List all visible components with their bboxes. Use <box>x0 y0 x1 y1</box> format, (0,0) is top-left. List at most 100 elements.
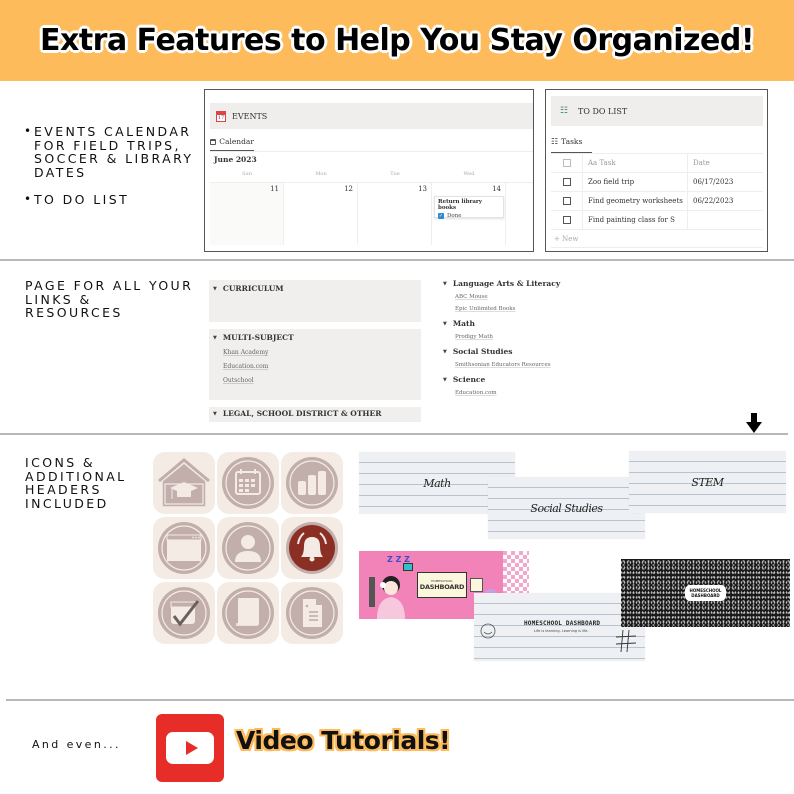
icon-tile[interactable] <box>217 517 279 579</box>
toggle-triangle-icon[interactable]: ▼ <box>443 377 447 383</box>
tab-tasks[interactable]: ☷ Tasks <box>551 131 592 153</box>
subject-list: ▼ Language Arts & Literacy ABC Mouse Epic… <box>443 279 743 403</box>
dashboard-window: HOMESCHOOL DASHBOARD <box>417 572 467 598</box>
header-thumbnail-social-studies[interactable]: Social Studies <box>488 477 645 539</box>
resource-link[interactable]: Outschool <box>223 377 421 384</box>
icon-grid <box>153 452 343 644</box>
checklist-icon: ☷ <box>551 137 559 146</box>
resource-link[interactable]: Epic Unlimited Books <box>455 306 743 312</box>
toggle-title: CURRICULUM <box>222 284 284 293</box>
resource-link[interactable]: Smithsonian Educators Resources <box>455 362 743 368</box>
youtube-logo-icon[interactable] <box>156 714 224 782</box>
task-checkbox[interactable] <box>562 197 571 205</box>
task-name[interactable]: Zoo field trip <box>582 173 688 191</box>
icon-tile[interactable] <box>153 582 215 644</box>
section-divider <box>0 433 788 435</box>
events-calendar-card: 17 EVENTS Calendar June 2023 Sun Mon Tue… <box>204 89 534 252</box>
feature-label-links: Page for all your links & resources <box>25 278 194 320</box>
icon-tile[interactable] <box>281 517 343 579</box>
section-divider <box>0 259 794 261</box>
resource-link[interactable]: Education.com <box>455 390 743 396</box>
toggle-triangle-icon[interactable]: ▼ <box>213 411 217 417</box>
resource-link[interactable]: Khan Academy <box>223 349 421 356</box>
toggle-triangle-icon[interactable]: ▼ <box>443 281 447 287</box>
day-cell[interactable]: 11 <box>210 183 284 245</box>
youtube-play-box <box>166 732 214 764</box>
feature-bullet-events: Events calendar for field trips, soccer … <box>24 125 199 179</box>
table-row: Find painting class for S <box>551 210 763 229</box>
header-thumbnail-composition-dashboard[interactable]: HOMESCHOOL DASHBOARD <box>621 559 790 627</box>
icon-tile[interactable] <box>217 452 279 514</box>
notebook-icon <box>222 587 274 639</box>
day-cell[interactable]: 14 Return library books ✓ Done <box>432 183 506 245</box>
weekday-label: Tue <box>390 171 400 177</box>
icon-tile[interactable] <box>153 452 215 514</box>
task-checkbox[interactable] <box>562 178 571 186</box>
todo-table: Aa Task Date Zoo field trip 06/17/2023 F… <box>551 153 763 248</box>
weekday-label: Sun <box>242 171 252 177</box>
column-header-task[interactable]: Aa Task <box>582 154 688 172</box>
toggle-triangle-icon[interactable]: ▼ <box>213 335 217 341</box>
tab-calendar-label: Calendar <box>219 137 254 146</box>
girl-illustration-icon <box>369 576 405 619</box>
weekday-label: Mon <box>315 171 327 177</box>
subject-group: ▼ Language Arts & Literacy ABC Mouse Epic… <box>443 279 743 312</box>
document-icon <box>286 587 338 639</box>
notebook-header-title: HOMESCHOOL DASHBOARD <box>524 620 601 627</box>
toggle-multi-subject[interactable]: ▼ MULTI-SUBJECT Khan Academy Education.co… <box>209 329 421 400</box>
todo-list-card: ☷ TO DO LIST ☷ Tasks Aa Task Date Zoo fi… <box>545 89 768 252</box>
task-date[interactable] <box>688 211 763 229</box>
checkbox-checked-icon[interactable]: ✓ <box>438 213 444 219</box>
tab-divider <box>210 151 533 152</box>
table-header-row: Aa Task Date <box>551 153 763 172</box>
resource-link[interactable]: Education.com <box>223 363 421 370</box>
header-label: STEM <box>691 475 724 489</box>
toggle-curriculum[interactable]: ▼ CURRICULUM <box>209 280 421 322</box>
toggle-title: MULTI-SUBJECT <box>222 333 294 342</box>
event-title: Return library books <box>438 199 482 211</box>
tab-tasks-label: Tasks <box>561 137 583 146</box>
subject-title: Language Arts & Literacy <box>452 279 561 288</box>
icon-tile[interactable] <box>153 517 215 579</box>
calendar-icon <box>222 457 274 509</box>
event-done-property: ✓ Done <box>438 213 500 219</box>
event-card[interactable]: Return library books ✓ Done <box>434 196 504 219</box>
header-label: Social Studies <box>530 501 603 515</box>
new-task-button[interactable]: + New <box>551 229 763 248</box>
todo-header: ☷ TO DO LIST <box>551 96 763 126</box>
day-number: 13 <box>418 185 427 193</box>
user-icon <box>222 522 274 574</box>
day-number: 14 <box>492 185 501 193</box>
toggle-triangle-icon[interactable]: ▼ <box>213 286 217 292</box>
icon-tile[interactable] <box>281 452 343 514</box>
header-thumbnail-stem[interactable]: STEM <box>629 451 786 513</box>
resource-link[interactable]: ABC Mouse <box>455 294 743 300</box>
column-header-date[interactable]: Date <box>688 154 763 172</box>
school-house-icon <box>158 458 210 508</box>
sticky-note <box>470 578 483 592</box>
toggle-triangle-icon[interactable]: ▼ <box>443 349 447 355</box>
day-cell[interactable]: 13 <box>358 183 432 245</box>
composition-line: DASHBOARD <box>691 593 720 598</box>
play-icon <box>185 741 198 755</box>
header-thumbnail-notebook-dashboard[interactable]: HOMESCHOOL DASHBOARD Life is learning. L… <box>474 593 645 661</box>
table-row: Zoo field trip 06/17/2023 <box>551 172 763 191</box>
icon-tile[interactable] <box>217 582 279 644</box>
events-header: 17 EVENTS <box>210 103 533 129</box>
banner-title: Extra Features to Help You Stay Organize… <box>40 23 755 58</box>
checkbox-column-icon <box>562 159 571 167</box>
tab-calendar[interactable]: Calendar <box>210 133 254 151</box>
task-name[interactable]: Find geometry worksheets <box>582 192 688 210</box>
resource-link[interactable]: Prodigy Math <box>455 334 743 340</box>
toggle-legal[interactable]: ▼ LEGAL, SCHOOL DISTRICT & OTHER <box>209 407 421 422</box>
notebook-header-subtitle: Life is learning. Learning is life. <box>534 629 589 633</box>
task-date[interactable]: 06/22/2023 <box>688 192 763 210</box>
event-status: Done <box>447 213 462 219</box>
toggle-triangle-icon[interactable]: ▼ <box>443 321 447 327</box>
day-cell[interactable]: 12 <box>284 183 358 245</box>
task-name[interactable]: Find painting class for S <box>582 211 688 229</box>
task-date[interactable]: 06/17/2023 <box>688 173 763 191</box>
task-checkbox[interactable] <box>562 216 571 224</box>
tic-tac-toe-doodle-icon <box>616 629 636 653</box>
icon-tile[interactable] <box>281 582 343 644</box>
